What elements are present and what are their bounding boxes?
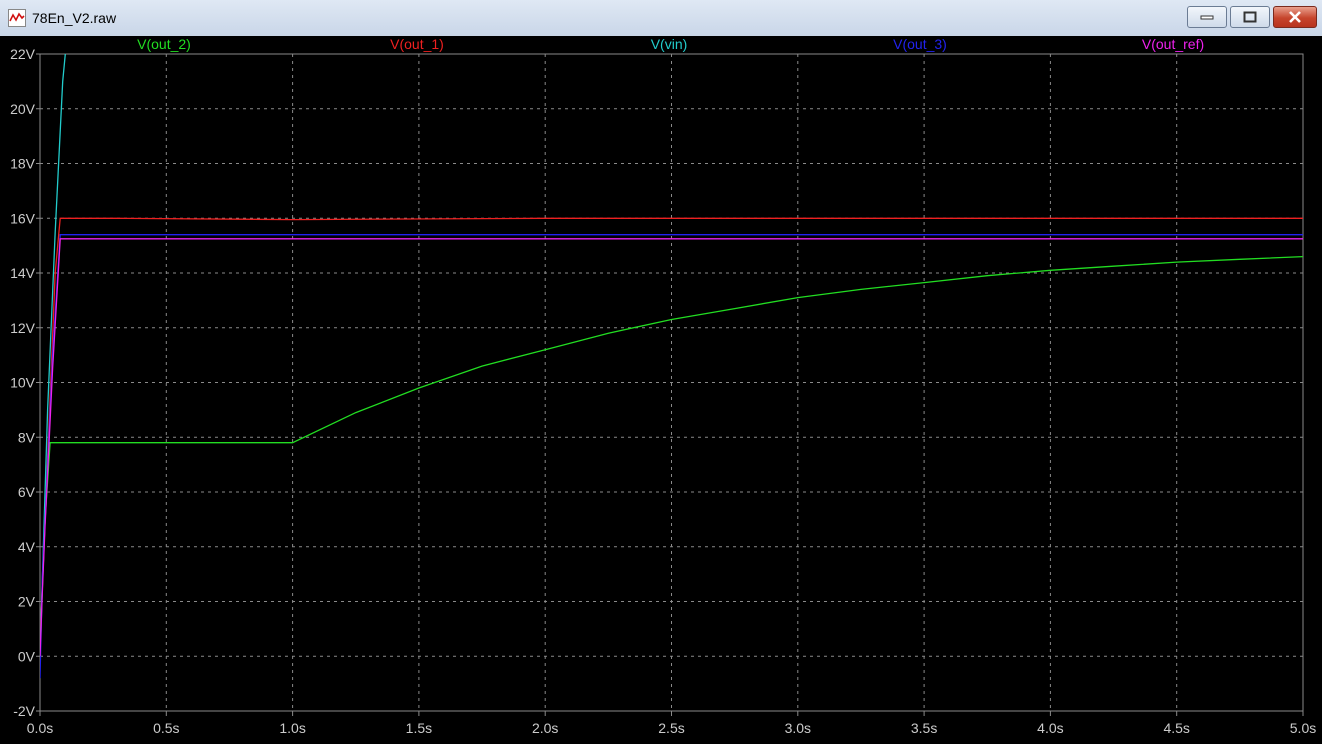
minimize-icon	[1200, 15, 1214, 20]
series-line-out_1	[40, 217, 1303, 643]
x-tick-label: 1.0s	[279, 720, 305, 736]
y-tick-label: 16V	[10, 210, 36, 226]
legend-label-out_ref[interactable]: V(out_ref)	[1142, 36, 1204, 52]
y-tick-label: -2V	[13, 703, 35, 719]
legend-label-out_2[interactable]: V(out_2)	[137, 36, 191, 52]
maximize-button[interactable]	[1230, 6, 1270, 28]
y-tick-label: 22V	[10, 46, 36, 62]
x-tick-label: 2.0s	[532, 720, 558, 736]
x-tick-label: 0.5s	[153, 720, 179, 736]
y-tick-label: 0V	[18, 648, 36, 664]
x-tick-label: 0.0s	[27, 720, 53, 736]
y-tick-label: 2V	[18, 594, 36, 610]
title-bar[interactable]: 78En_V2.raw	[0, 0, 1322, 37]
x-tick-label: 4.0s	[1037, 720, 1063, 736]
window-title: 78En_V2.raw	[32, 10, 117, 26]
x-tick-label: 2.5s	[658, 720, 684, 736]
waveform-window: 78En_V2.raw 0.0s 0.5s 1.0s 1.5s 2.0s 2.5s 3.0s…	[0, 0, 1322, 744]
x-tick-label: 1.5s	[406, 720, 432, 736]
y-tick-label: 6V	[18, 484, 36, 500]
legend-label-out_1[interactable]: V(out_1)	[390, 36, 444, 52]
y-tick-label: 8V	[18, 429, 36, 445]
waveform-chart[interactable]: 0.0s 0.5s 1.0s 1.5s 2.0s 2.5s 3.0s 3.5s 4.0s 4.5s…	[0, 36, 1322, 744]
y-tick-label: 20V	[10, 101, 36, 117]
y-tick-label: 12V	[10, 320, 36, 336]
close-icon	[1289, 11, 1301, 23]
waveform-app-icon	[8, 9, 26, 27]
x-tick-label: 3.0s	[785, 720, 811, 736]
minimize-button[interactable]	[1187, 6, 1227, 28]
maximize-icon	[1243, 11, 1257, 23]
legend-label-out_3[interactable]: V(out_3)	[893, 36, 947, 52]
plot-area[interactable]: 0.0s 0.5s 1.0s 1.5s 2.0s 2.5s 3.0s 3.5s 4.0s 4.5s…	[0, 36, 1322, 744]
x-tick-label: 3.5s	[911, 720, 937, 736]
y-tick-label: 4V	[18, 539, 36, 555]
x-tick-label: 5.0s	[1290, 720, 1316, 736]
y-tick-label: 18V	[10, 156, 36, 172]
legend-label-vin[interactable]: V(vin)	[651, 36, 688, 52]
close-button[interactable]	[1273, 6, 1317, 28]
x-tick-label: 4.5s	[1163, 720, 1189, 736]
y-tick-label: 14V	[10, 265, 36, 281]
y-tick-label: 10V	[10, 375, 36, 391]
